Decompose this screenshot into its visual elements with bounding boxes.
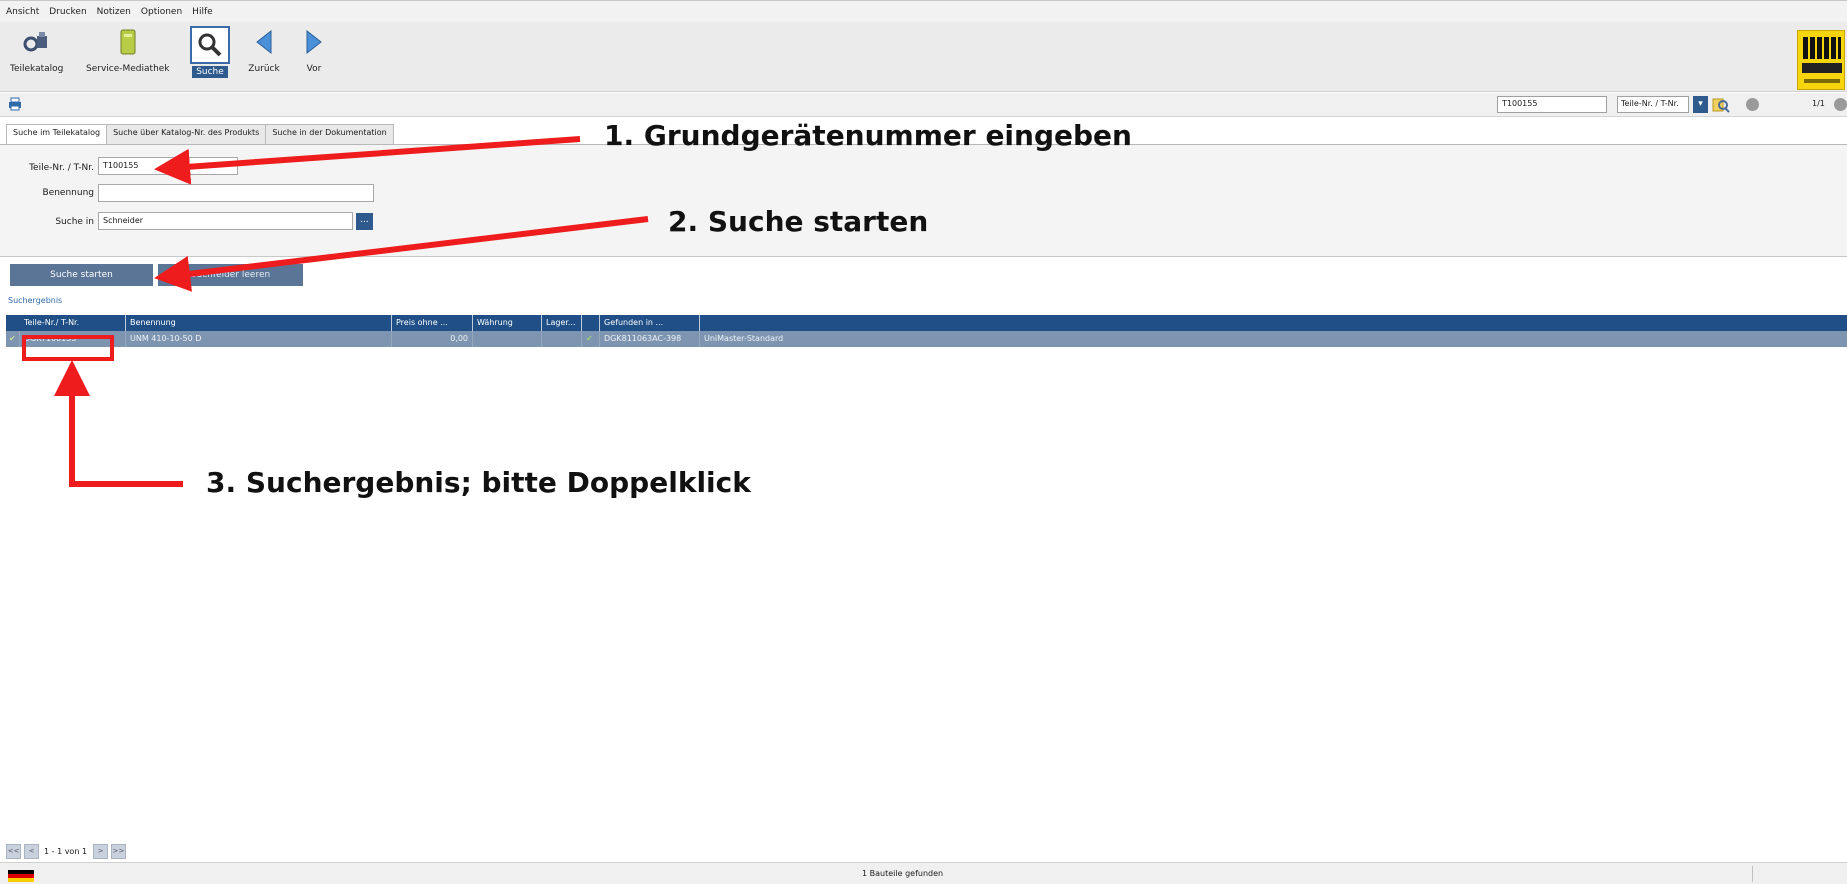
menu-bar: Ansicht Drucken Notizen Optionen Hilfe <box>0 0 1847 22</box>
vor-button[interactable]: Vor <box>298 26 330 74</box>
book-icon <box>112 26 144 58</box>
teilenr-input[interactable]: T100155 <box>98 157 238 175</box>
pager: << < 1 - 1 von 1 > >> <box>6 842 129 860</box>
next-hit-icon[interactable] <box>1834 98 1847 111</box>
status-text: 1 Bauteile gefunden <box>862 869 944 878</box>
col-preis[interactable]: Preis ohne ... <box>392 315 473 331</box>
annotation-step2: 2. Suche starten <box>668 205 929 238</box>
search-tabs: Suche im Teilekatalog Suche über Katalog… <box>6 124 394 146</box>
secondary-bar: T100155 Teile-Nr. / T-Nr. ▾ 1/1 <box>0 93 1847 117</box>
col-lager[interactable]: Lager... <box>542 315 582 331</box>
pager-prev-button[interactable]: < <box>24 843 39 859</box>
suche-button[interactable]: Suche <box>190 26 230 78</box>
table-row[interactable]: ✔ DGKT100155 UNM 410-10-50 D 0,00 ✔ DGK8… <box>6 331 1847 347</box>
teilekatalog-button[interactable]: Teilekatalog <box>10 26 63 74</box>
row-katalog[interactable]: UniMaster-Standard <box>700 331 840 347</box>
row-waehrung[interactable] <box>473 331 542 347</box>
pager-last-button[interactable]: >> <box>111 843 127 859</box>
hit-page-indicator: 1/1 <box>1812 99 1825 108</box>
prev-hit-icon[interactable] <box>1746 98 1759 111</box>
benennung-label: Benennung <box>42 188 94 198</box>
parts-catalog-icon <box>21 26 53 58</box>
row-benennung[interactable]: UNM 410-10-50 D <box>126 331 392 347</box>
row-flag-icon: ✔ <box>582 331 600 347</box>
back-arrow-icon <box>248 26 280 58</box>
zurueck-button[interactable]: Zurück <box>248 26 280 74</box>
forward-arrow-icon <box>298 26 330 58</box>
annotation-step1: 1. Grundgerätenummer eingeben <box>604 119 1132 152</box>
suchein-input[interactable]: Schneider <box>98 212 353 230</box>
menu-hilfe[interactable]: Hilfe <box>192 7 212 17</box>
pager-next-button[interactable]: > <box>93 843 109 859</box>
quick-search-icon[interactable] <box>1712 96 1730 114</box>
brand-logo <box>1797 30 1845 90</box>
german-flag-icon[interactable] <box>8 870 34 882</box>
print-icon[interactable] <box>8 97 22 111</box>
main-toolbar: Teilekatalog Service-Mediathek Suche Zur… <box>0 22 1847 92</box>
row-preis[interactable]: 0,00 <box>392 331 473 347</box>
result-section-label: Suchergebnis <box>8 296 63 305</box>
service-mediathek-button[interactable]: Service-Mediathek <box>86 26 170 74</box>
col-gefunden[interactable]: Gefunden in ... <box>600 315 700 331</box>
row-gefunden[interactable]: DGK811063AC-398 <box>600 331 700 347</box>
tab-katalog-nr[interactable]: Suche über Katalog-Nr. des Produkts <box>106 124 267 144</box>
annotation-step3: 3. Suchergebnis; bitte Doppelklick <box>206 466 751 499</box>
tab-teilekatalog[interactable]: Suche im Teilekatalog <box>6 124 108 146</box>
tab-dokumentation[interactable]: Suche in der Dokumentation <box>265 124 394 144</box>
table-header: Teile-Nr./ T-Nr. Benennung Preis ohne ..… <box>6 315 1847 331</box>
menu-ansicht[interactable]: Ansicht <box>6 7 39 17</box>
results-table: Teile-Nr./ T-Nr. Benennung Preis ohne ..… <box>6 315 1847 347</box>
suchein-label: Suche in <box>55 217 94 227</box>
row-lager[interactable] <box>542 331 582 347</box>
browse-button[interactable]: ... <box>356 213 373 230</box>
col-teilenr[interactable]: Teile-Nr./ T-Nr. <box>6 315 126 331</box>
benennung-input[interactable] <box>98 184 374 202</box>
suchfelder-leeren-button[interactable]: Suchfelder leeren <box>158 264 303 286</box>
magnifier-icon <box>190 26 230 64</box>
teilenr-label: Teile-Nr. / T-Nr. <box>29 163 94 173</box>
row-check-icon: ✔ <box>6 331 20 347</box>
pager-first-button[interactable]: << <box>6 843 21 859</box>
chevron-down-icon[interactable]: ▾ <box>1693 96 1708 113</box>
col-benennung[interactable]: Benennung <box>126 315 392 331</box>
quick-search-input[interactable]: T100155 <box>1497 96 1607 113</box>
status-bar: 1 Bauteile gefunden <box>0 862 1847 884</box>
result-highlight-box <box>22 335 114 361</box>
menu-drucken[interactable]: Drucken <box>49 7 86 17</box>
quick-search-mode-select[interactable]: Teile-Nr. / T-Nr. <box>1617 96 1689 113</box>
col-waehrung[interactable]: Währung <box>473 315 542 331</box>
menu-notizen[interactable]: Notizen <box>97 7 131 17</box>
menu-optionen[interactable]: Optionen <box>141 7 182 17</box>
col-flag[interactable] <box>582 315 600 331</box>
pager-text: 1 - 1 von 1 <box>44 846 88 856</box>
arrow-step3 <box>54 360 183 487</box>
suche-starten-button[interactable]: Suche starten <box>10 264 153 286</box>
status-divider <box>1752 866 1753 882</box>
